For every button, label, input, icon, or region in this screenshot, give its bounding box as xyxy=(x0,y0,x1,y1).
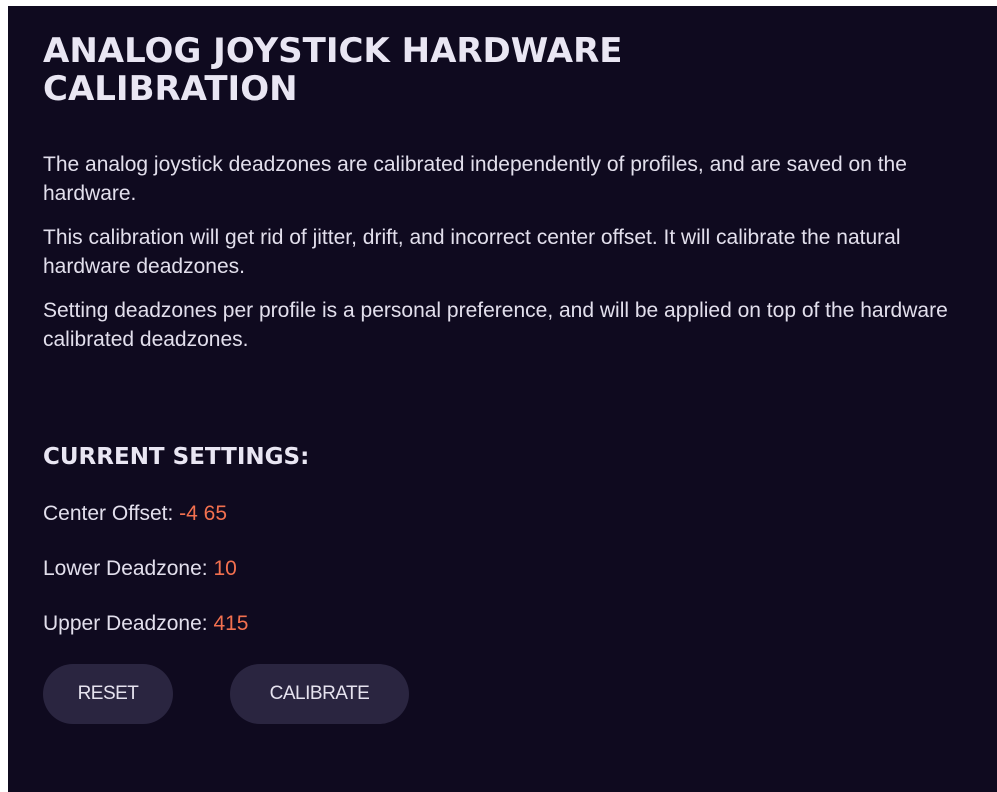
setting-value: 415 xyxy=(213,612,249,635)
page-title: ANALOG JOYSTICK HARDWARE CALIBRATION xyxy=(43,31,623,109)
description-paragraph-calibration: This calibration will get rid of jitter,… xyxy=(43,226,901,278)
setting-value: -4 65 xyxy=(179,502,228,525)
calibrate-button[interactable]: CALIBRATE xyxy=(230,664,409,724)
setting-label: Center Offset: xyxy=(43,502,180,525)
description-paragraph-profiles: Setting deadzones per profile is a perso… xyxy=(43,299,948,351)
setting-center-offset: Center Offset: -4 65 xyxy=(43,501,997,527)
reset-button[interactable]: RESET xyxy=(43,664,173,724)
setting-value: 10 xyxy=(213,557,237,580)
calibration-panel: ANALOG JOYSTICK HARDWARE CALIBRATION The… xyxy=(8,6,997,792)
current-settings-heading: CURRENT SETTINGS: xyxy=(43,444,310,470)
setting-lower-deadzone: Lower Deadzone: 10 xyxy=(43,556,997,582)
description-paragraph-deadzones: The analog joystick deadzones are calibr… xyxy=(43,153,907,205)
setting-label: Lower Deadzone: xyxy=(43,557,214,580)
setting-label: Upper Deadzone: xyxy=(43,612,214,635)
setting-upper-deadzone: Upper Deadzone: 415 xyxy=(43,611,997,637)
action-buttons: RESET CALIBRATE xyxy=(43,664,997,724)
